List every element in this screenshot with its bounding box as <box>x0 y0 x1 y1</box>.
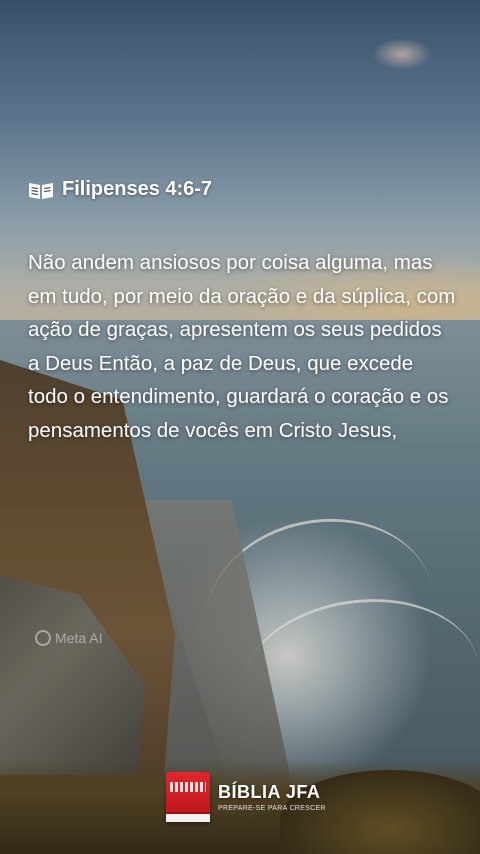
bible-logo-icon <box>166 772 210 822</box>
brand-tagline: PREPARE-SE PARA CRESCER <box>218 805 326 812</box>
verse-reference-label: Filipenses 4:6-7 <box>62 178 213 200</box>
meta-ai-icon <box>35 630 51 646</box>
watermark-label: Meta AI <box>55 630 103 646</box>
brand-logo-block: BÍBLIA JFA PREPARE-SE PARA CRESCER <box>166 772 326 822</box>
verse-text: Não andem ansiosos por coisa alguma, mas… <box>28 251 456 442</box>
meta-ai-watermark: Meta AI <box>35 630 102 646</box>
verse-reference: Filipenses 4:6-7 <box>28 178 212 201</box>
book-icon <box>29 182 53 199</box>
brand-name: BÍBLIA JFA <box>218 782 321 802</box>
